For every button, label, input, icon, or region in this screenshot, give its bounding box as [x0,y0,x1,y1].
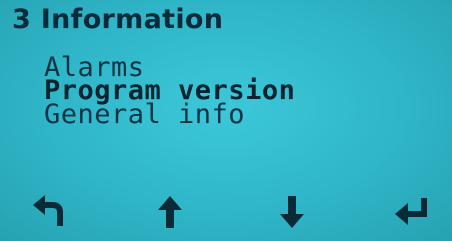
enter-icon [395,198,427,225]
lcd-display: 3 Information Alarms Program version Gen… [0,0,452,241]
back-button[interactable] [30,194,70,230]
page-title: 3 Information [12,4,224,35]
up-button[interactable] [150,194,190,230]
menu-item-general-info[interactable]: General info [44,99,245,130]
down-button[interactable] [272,194,312,230]
arrow-down-icon [280,196,304,228]
arrow-up-icon [158,196,182,228]
enter-button[interactable] [392,194,432,230]
back-arrow-icon [33,195,63,226]
